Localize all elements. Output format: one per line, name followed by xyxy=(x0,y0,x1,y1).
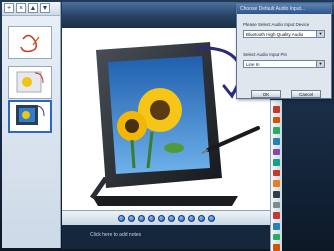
new-page-icon[interactable]: + xyxy=(4,3,14,13)
drawing-tool-icon[interactable] xyxy=(273,223,280,230)
drawing-tool-icon[interactable] xyxy=(273,212,280,220)
zoom-out-icon[interactable] xyxy=(137,214,145,222)
drawing-tool-icon[interactable] xyxy=(273,127,280,134)
dialog-title: Choose Default Audio Input... xyxy=(237,4,331,14)
device-label: Please Select Audio Input Device xyxy=(243,22,310,27)
first-page-icon[interactable] xyxy=(117,214,125,222)
audio-pin-value: Line In xyxy=(246,62,260,67)
slide-thumbnail-preview xyxy=(20,34,40,53)
drawing-tool-icon[interactable] xyxy=(273,191,280,198)
drawing-tool-icon[interactable] xyxy=(273,180,280,188)
chevron-down-icon[interactable]: ▼ xyxy=(316,31,324,37)
page-navigation-toolbar xyxy=(62,210,270,225)
redo-icon[interactable] xyxy=(197,214,205,222)
move-down-icon[interactable]: ▼ xyxy=(40,3,50,13)
slide-thumbnail[interactable] xyxy=(8,26,52,59)
drawing-tool-icon[interactable] xyxy=(273,244,280,251)
tablet-stand xyxy=(92,196,238,206)
drawing-tool-icon[interactable] xyxy=(273,137,280,145)
move-up-icon[interactable]: ▲ xyxy=(28,3,38,13)
drawing-tool-icon[interactable] xyxy=(273,201,280,209)
thumbnail-toolbar: + × ▲ ▼ xyxy=(2,2,60,16)
notes-bar[interactable]: Click here to add notes xyxy=(62,225,270,249)
chevron-down-icon[interactable]: ▼ xyxy=(316,61,324,67)
previous-page-icon[interactable] xyxy=(127,214,135,222)
audio-input-dialog: Choose Default Audio Input... Please Sel… xyxy=(236,3,332,99)
slide-thumbnail-preview xyxy=(16,105,45,125)
delete-page-icon[interactable]: × xyxy=(16,3,26,13)
drawing-tool-icon[interactable] xyxy=(273,233,280,241)
drawing-tool-icon[interactable] xyxy=(273,169,280,177)
drawing-tool-icon[interactable] xyxy=(273,148,280,156)
app-window: + × ▲ ▼ Click here to add notes Choose D… xyxy=(0,0,334,251)
slide-thumbnail[interactable] xyxy=(8,66,52,99)
audio-device-value: Bluetooth High Quality Audio xyxy=(246,32,304,37)
drawing-tool-icon[interactable] xyxy=(273,159,280,166)
fit-page-icon[interactable] xyxy=(157,214,165,222)
drawing-tool-strip xyxy=(270,100,282,251)
pin-label: Select Audio Input Pin xyxy=(243,52,288,57)
cancel-button[interactable]: Cancel xyxy=(291,90,321,98)
ok-button[interactable]: OK xyxy=(251,90,281,98)
notes-hint: Click here to add notes xyxy=(90,232,142,238)
slide-thumbnail-selected[interactable] xyxy=(8,100,52,133)
slide-thumbnail-panel: + × ▲ ▼ xyxy=(2,2,61,248)
next-page-icon[interactable] xyxy=(167,214,175,222)
zoom-in-icon[interactable] xyxy=(147,214,155,222)
undo-icon[interactable] xyxy=(187,214,195,222)
last-page-icon[interactable] xyxy=(177,214,185,222)
delete-icon[interactable] xyxy=(207,214,215,222)
drawing-tool-icon[interactable] xyxy=(273,106,280,113)
drawing-tool-icon[interactable] xyxy=(273,116,280,124)
audio-device-select[interactable]: Bluetooth High Quality Audio ▼ xyxy=(243,30,325,38)
slide-thumbnail-preview xyxy=(16,71,44,93)
audio-pin-select[interactable]: Line In ▼ xyxy=(243,60,325,68)
